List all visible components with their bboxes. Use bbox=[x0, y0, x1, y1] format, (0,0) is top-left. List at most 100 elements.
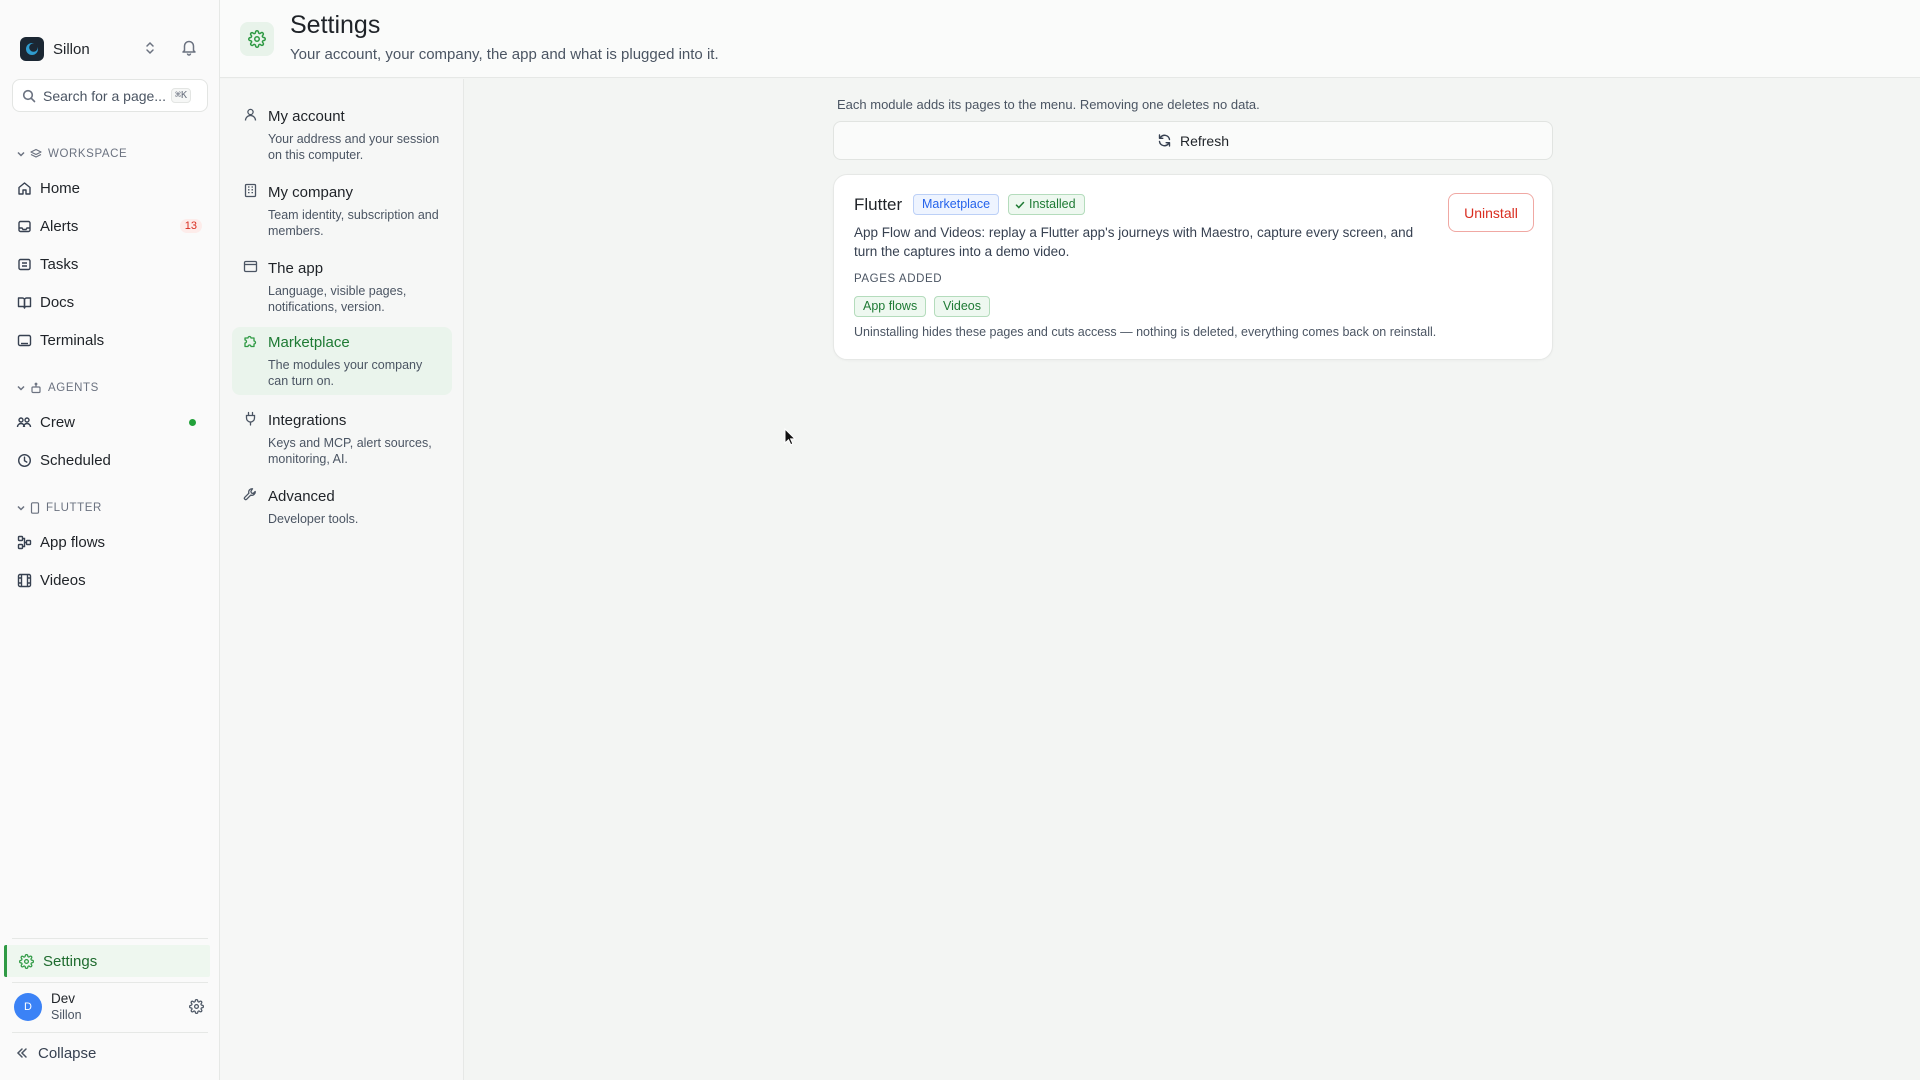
sidebar-item-label: Home bbox=[40, 179, 81, 197]
section-workspace[interactable]: WORKSPACE bbox=[16, 146, 127, 162]
sidebar-item-crew[interactable]: Crew bbox=[10, 407, 210, 437]
gear-icon[interactable] bbox=[189, 999, 204, 1014]
pages-added-label: PAGES ADDED bbox=[854, 273, 943, 285]
user-icon bbox=[243, 107, 258, 122]
module-name: Flutter bbox=[854, 195, 903, 214]
collapse-sidebar-button[interactable]: Collapse bbox=[16, 1042, 96, 1064]
status-badge-label: Installed bbox=[1029, 197, 1076, 211]
sidebar-item-home[interactable]: Home bbox=[10, 173, 210, 203]
settings-nav-marketplace[interactable]: Marketplace The modules your company can… bbox=[232, 327, 452, 395]
chevron-down-icon bbox=[16, 149, 26, 159]
bell-icon[interactable] bbox=[180, 38, 198, 56]
sidebar-item-label: Settings bbox=[43, 952, 98, 970]
sidebar-item-label: Alerts bbox=[40, 217, 79, 235]
settings-nav-integrations[interactable]: Integrations Keys and MCP, alert sources… bbox=[232, 405, 452, 473]
user-org: Sillon bbox=[51, 1008, 82, 1022]
settings-nav-title: My account bbox=[268, 108, 345, 125]
settings-nav-desc: Keys and MCP, alert sources, monitoring,… bbox=[268, 436, 432, 466]
users-icon bbox=[16, 414, 32, 430]
online-status-dot bbox=[189, 418, 196, 426]
settings-nav-desc: Team identity, subscription and members. bbox=[268, 208, 439, 238]
settings-nav-my-company[interactable]: My company Team identity, subscription a… bbox=[232, 177, 452, 245]
settings-nav-the-app[interactable]: The app Language, visible pages, notific… bbox=[232, 253, 452, 321]
settings-nav-desc: Language, visible pages, notifications, … bbox=[268, 284, 407, 314]
settings-nav-title: The app bbox=[268, 260, 324, 277]
book-icon bbox=[16, 294, 32, 310]
chevrons-left-icon bbox=[16, 1047, 28, 1059]
settings-nav-desc: Your address and your session on this co… bbox=[268, 132, 440, 162]
sidebar-item-terminals[interactable]: Terminals bbox=[10, 325, 210, 355]
alerts-count-badge: 13 bbox=[179, 219, 202, 233]
chevron-down-icon bbox=[16, 503, 26, 513]
uninstall-button[interactable]: Uninstall bbox=[1448, 193, 1534, 232]
status-badge: Installed bbox=[1008, 194, 1085, 215]
sidebar-item-label: Terminals bbox=[40, 331, 105, 349]
sidebar-divider bbox=[12, 982, 208, 983]
building-icon bbox=[243, 183, 258, 198]
search-input[interactable] bbox=[43, 87, 171, 104]
sidebar-item-docs[interactable]: Docs bbox=[10, 287, 210, 317]
workspace-name: Sillon bbox=[53, 40, 90, 58]
settings-nav: My account Your address and your session… bbox=[220, 79, 464, 1080]
page-header: Settings Your account, your company, the… bbox=[220, 0, 1920, 78]
settings-nav-my-account[interactable]: My account Your address and your session… bbox=[232, 101, 452, 169]
terminal-icon bbox=[16, 332, 32, 348]
source-badge: Marketplace bbox=[913, 194, 1000, 215]
film-icon bbox=[16, 572, 32, 588]
sidebar-item-label: Docs bbox=[40, 293, 75, 311]
app-sidebar: Sillon ⌘K WORKSPACE Home Alerts 13 Tasks… bbox=[0, 0, 220, 1080]
user-name: Dev bbox=[51, 991, 76, 1006]
workspace-switcher[interactable]: Sillon bbox=[20, 36, 200, 62]
settings-nav-desc: The modules your company can turn on. bbox=[268, 358, 423, 388]
module-card-flutter: Flutter Marketplace Installed App Flow a… bbox=[833, 174, 1553, 360]
puzzle-icon bbox=[243, 333, 258, 348]
section-label: WORKSPACE bbox=[48, 148, 128, 160]
sidebar-item-label: Crew bbox=[40, 413, 76, 431]
sidebar-item-settings[interactable]: Settings bbox=[4, 945, 210, 977]
plug-icon bbox=[243, 411, 258, 426]
search-icon bbox=[22, 89, 36, 103]
page-tag-videos: Videos bbox=[934, 296, 990, 317]
sidebar-item-app-flows[interactable]: App flows bbox=[10, 527, 210, 557]
section-agents[interactable]: AGENTS bbox=[16, 380, 99, 396]
sidebar-item-scheduled[interactable]: Scheduled bbox=[10, 445, 210, 475]
settings-nav-title: Marketplace bbox=[268, 334, 350, 351]
search-shortcut: ⌘K bbox=[171, 88, 192, 103]
section-label: FLUTTER bbox=[46, 502, 102, 514]
page-search[interactable]: ⌘K bbox=[12, 79, 208, 112]
sidebar-item-tasks[interactable]: Tasks bbox=[10, 249, 210, 279]
section-flutter[interactable]: FLUTTER bbox=[16, 500, 102, 516]
settings-nav-title: Integrations bbox=[268, 412, 347, 429]
page-tag-app-flows: App flows bbox=[854, 296, 927, 317]
sidebar-item-videos[interactable]: Videos bbox=[10, 565, 210, 595]
tasks-icon bbox=[16, 256, 32, 272]
phone-icon bbox=[30, 502, 40, 514]
section-label: AGENTS bbox=[48, 382, 99, 394]
collapse-label: Collapse bbox=[38, 1044, 97, 1062]
sidebar-item-label: Videos bbox=[40, 571, 86, 589]
refresh-button[interactable]: Refresh bbox=[833, 121, 1553, 160]
settings-nav-desc: Developer tools. bbox=[268, 512, 359, 526]
clock-icon bbox=[16, 452, 32, 468]
wrench-icon bbox=[243, 487, 258, 502]
sidebar-item-label: Tasks bbox=[40, 255, 79, 273]
module-description: App Flow and Videos: replay a Flutter ap… bbox=[854, 225, 1414, 259]
window-icon bbox=[243, 259, 258, 274]
uninstall-note: Uninstalling hides these pages and cuts … bbox=[854, 325, 1437, 339]
avatar: D bbox=[14, 993, 42, 1021]
refresh-icon bbox=[1157, 133, 1172, 148]
chevron-up-down-icon[interactable] bbox=[144, 40, 156, 56]
flow-icon bbox=[16, 534, 32, 550]
gear-icon bbox=[19, 953, 34, 969]
page-title: Settings bbox=[290, 11, 381, 39]
check-icon bbox=[1015, 200, 1025, 210]
user-profile[interactable]: D Dev Sillon bbox=[14, 987, 210, 1027]
gear-icon bbox=[240, 22, 274, 56]
sidebar-item-alerts[interactable]: Alerts 13 bbox=[10, 211, 210, 241]
robot-icon bbox=[30, 382, 42, 394]
settings-nav-advanced[interactable]: Advanced Developer tools. bbox=[232, 481, 452, 549]
marketplace-hint: Each module adds its pages to the menu. … bbox=[837, 97, 1260, 112]
refresh-label: Refresh bbox=[1179, 132, 1230, 149]
home-icon bbox=[16, 180, 32, 196]
layers-icon bbox=[30, 148, 42, 160]
